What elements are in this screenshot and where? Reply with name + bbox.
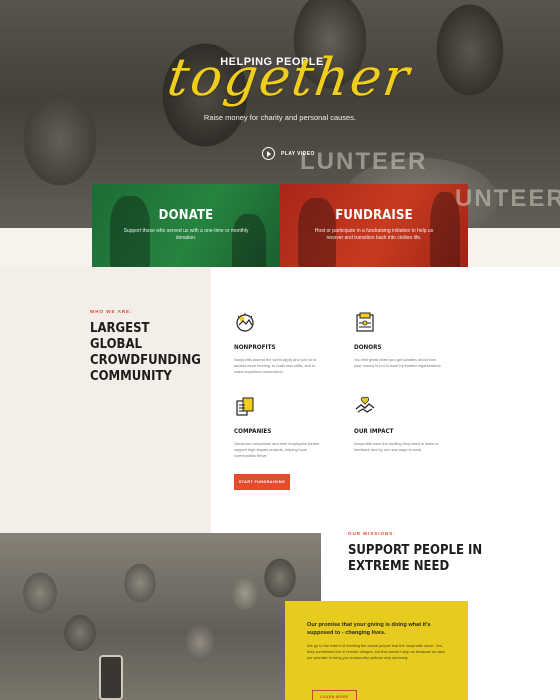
play-video-button[interactable]: PLAY VIDEO bbox=[262, 147, 315, 160]
mission-title: SUPPORT PEOPLE IN EXTREME NEED bbox=[348, 543, 483, 574]
hero-script-title: together bbox=[163, 48, 415, 108]
mission-lead: Our promise that your giving is doing wh… bbox=[307, 622, 431, 636]
fundraise-text: Host or participate in a fundraising ini… bbox=[314, 228, 434, 241]
about-kicker: WHO WE ARE: bbox=[90, 309, 133, 314]
volunteer-shirt-text-left: LUNTEER bbox=[300, 148, 428, 175]
feature-title: NONPROFITS bbox=[234, 344, 276, 351]
play-video-label: PLAY VIDEO bbox=[281, 150, 315, 157]
donor-icon bbox=[356, 312, 374, 332]
mission-promise-box: Our promise that your giving is doing wh… bbox=[285, 601, 468, 700]
company-icon bbox=[236, 397, 254, 416]
feature-title: COMPANIES bbox=[234, 428, 272, 435]
feature-donors: DONORS You feel great when you get updat… bbox=[354, 311, 444, 369]
start-fundraising-button[interactable]: START FUNDRAISING bbox=[234, 474, 290, 490]
feature-text: Nonprofits around the world apply and jo… bbox=[234, 357, 317, 374]
feature-title: OUR IMPACT bbox=[354, 428, 394, 435]
about-left-panel bbox=[0, 267, 211, 533]
donate-card[interactable]: DONATE Support those who served us with … bbox=[92, 184, 280, 267]
learn-more-button[interactable]: LEARN MORE bbox=[312, 690, 357, 700]
volunteer-shirt-text-right: UNTEER bbox=[455, 185, 560, 212]
feature-impact: OUR IMPACT Nonprofits have the funding t… bbox=[354, 395, 444, 453]
feature-nonprofits: NONPROFITS Nonprofits around the world a… bbox=[234, 311, 324, 375]
phone-in-photo bbox=[99, 655, 123, 700]
play-icon bbox=[262, 147, 275, 160]
mission-photo bbox=[0, 533, 321, 700]
fundraise-title: FUNDRAISE bbox=[335, 208, 413, 223]
feature-text: You feel great when you get updates abou… bbox=[354, 357, 442, 368]
feature-companies: COMPANIES Generous companies and their e… bbox=[234, 395, 324, 459]
about-title: LARGEST GLOBAL CROWDFUNDING COMMUNITY bbox=[90, 321, 201, 384]
donate-text: Support those who served us with a one-t… bbox=[123, 228, 249, 241]
feature-text: Nonprofits have the funding they need to… bbox=[354, 441, 439, 452]
donate-title: DONATE bbox=[158, 208, 214, 223]
impact-icon bbox=[355, 396, 375, 413]
hero-subtitle: Raise money for charity and personal cau… bbox=[203, 113, 357, 122]
mission-text: We go to the extent of meeting the actua… bbox=[307, 643, 446, 660]
feature-text: Generous companies and their employees f… bbox=[234, 441, 320, 458]
feature-title: DONORS bbox=[354, 344, 382, 351]
mission-kicker: OUR MISSIONS: bbox=[348, 531, 396, 536]
fundraise-card[interactable]: FUNDRAISE Host or participate in a fundr… bbox=[280, 184, 468, 267]
nonprofit-icon bbox=[236, 313, 254, 332]
